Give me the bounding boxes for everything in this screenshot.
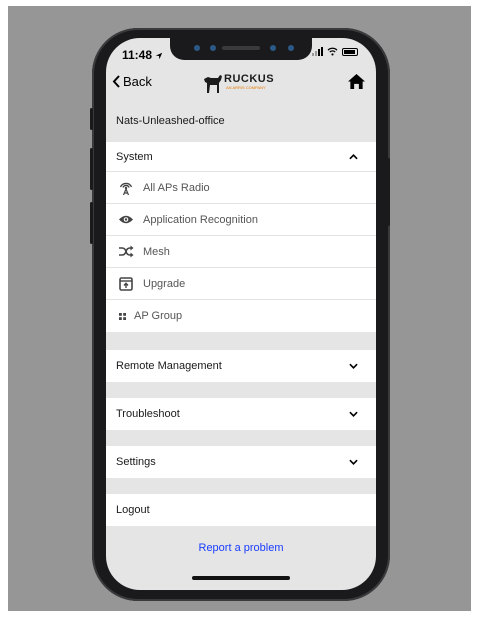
sensor-dot	[288, 45, 294, 51]
chevron-up-icon	[349, 153, 358, 159]
menu-item-all-aps-radio[interactable]: All APs Radio	[106, 172, 376, 204]
logo-subtext: AN ARRIS COMPANY	[226, 85, 266, 90]
menu-item-label: All APs Radio	[143, 181, 210, 194]
menu-item-label: Mesh	[143, 245, 170, 258]
menu-item-mesh[interactable]: Mesh	[106, 236, 376, 268]
battery-icon	[342, 47, 358, 56]
logout-button[interactable]: Logout	[106, 494, 376, 526]
upgrade-icon	[119, 276, 133, 291]
section-remote-management-label: Remote Management	[116, 360, 222, 372]
section-remote-management[interactable]: Remote Management	[106, 350, 376, 382]
section-troubleshoot[interactable]: Troubleshoot	[106, 398, 376, 430]
menu-item-upgrade[interactable]: Upgrade	[106, 268, 376, 300]
section-system[interactable]: System	[106, 142, 376, 172]
section-troubleshoot-label: Troubleshoot	[116, 408, 180, 420]
sensor-dot	[210, 45, 216, 51]
chevron-down-icon	[349, 411, 358, 417]
eye-icon	[119, 215, 133, 224]
menu-item-application-recognition[interactable]: Application Recognition	[106, 204, 376, 236]
menu-item-label: AP Group	[134, 310, 183, 322]
chevron-down-icon	[349, 459, 358, 465]
chevron-left-icon	[112, 75, 120, 88]
ruckus-logo: RUCKUS AN ARRIS COMPANY	[202, 68, 282, 98]
back-label: Back	[123, 74, 152, 89]
menu-item-label: Upgrade	[143, 277, 186, 290]
notch	[170, 38, 312, 60]
account-name-label: Nats-Unleashed-office	[116, 115, 225, 127]
speaker-grille	[222, 46, 260, 50]
status-icons	[312, 47, 358, 56]
menu-item-label: Application Recognition	[143, 213, 258, 226]
status-time: 11:48	[122, 48, 163, 62]
report-problem-link[interactable]: Report a problem	[106, 542, 376, 554]
account-name: Nats-Unleashed-office	[106, 102, 376, 140]
logo-text: RUCKUS	[224, 73, 275, 85]
chevron-down-icon	[349, 363, 358, 369]
location-arrow-icon	[156, 52, 163, 60]
nav-bar: Back RUCKUS AN ARRIS COMPANY	[106, 66, 376, 100]
side-button-volume-down	[90, 202, 93, 244]
side-button-silent	[90, 108, 93, 130]
section-settings[interactable]: Settings	[106, 446, 376, 478]
sensor-dot	[270, 45, 276, 51]
side-button-volume-up	[90, 148, 93, 190]
wifi-icon	[327, 47, 338, 56]
antenna-icon	[119, 182, 133, 195]
section-settings-label: Settings	[116, 456, 156, 468]
camera-dot	[194, 45, 200, 51]
grid-dots-icon	[118, 312, 126, 320]
home-button[interactable]	[347, 73, 366, 95]
signal-icon	[312, 47, 323, 56]
home-indicator[interactable]	[192, 576, 290, 580]
section-system-label: System	[116, 150, 153, 163]
menu-item-ap-group[interactable]: AP Group	[106, 300, 376, 332]
screen: 11:48 Back RUCKUS AN ARRIS COMPANY Nats-…	[106, 38, 376, 590]
logout-label: Logout	[116, 504, 150, 516]
home-icon	[348, 73, 365, 90]
back-button[interactable]: Back	[112, 74, 152, 89]
shuffle-icon	[119, 245, 134, 258]
dog-logo-icon	[204, 75, 222, 93]
side-button-power	[387, 158, 390, 226]
